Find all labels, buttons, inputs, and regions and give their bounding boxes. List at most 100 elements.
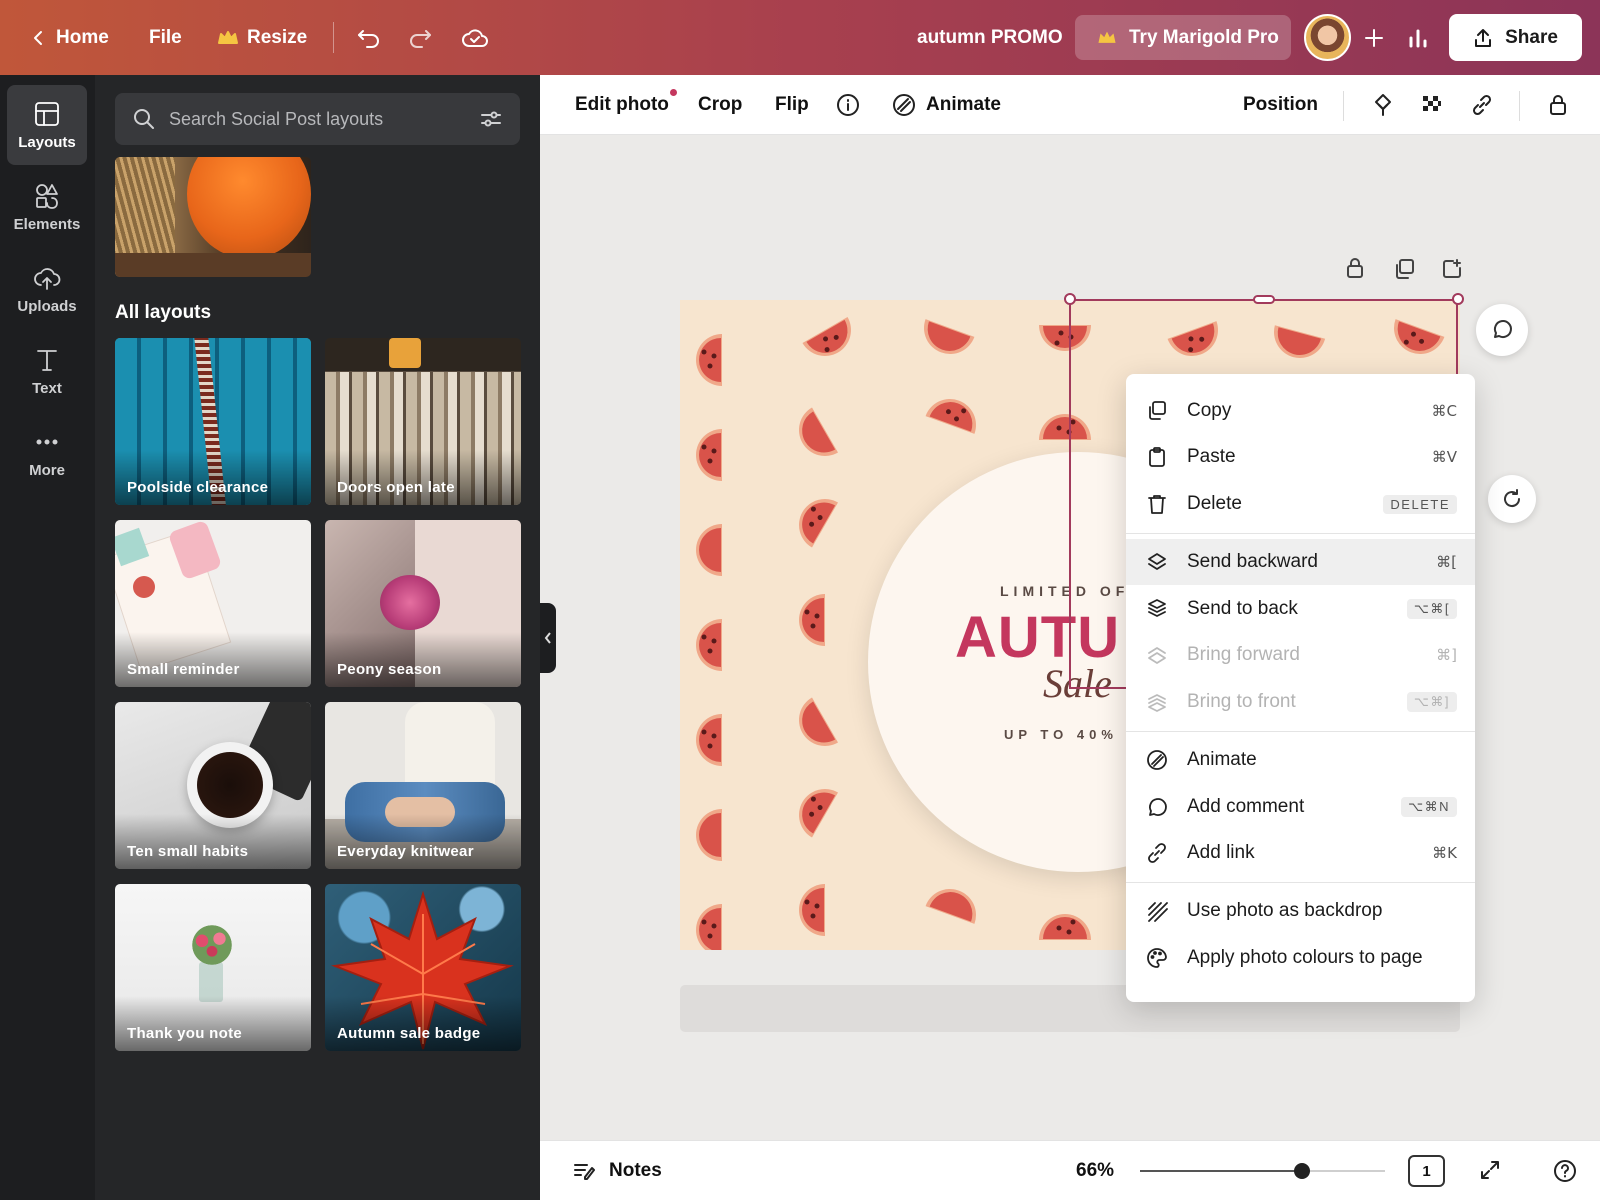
resize-handle[interactable] [1064,293,1076,305]
zoom-slider-fill [1140,1170,1302,1172]
notes-label: Notes [609,1160,662,1181]
filter-sliders-icon[interactable] [480,109,502,129]
flip-button[interactable]: Flip [775,75,809,135]
redo-button[interactable] [408,0,432,75]
shortcut-label: ⌘] [1436,646,1457,664]
avatar[interactable] [1304,14,1351,61]
layout-thumb[interactable]: Poolside clearance [115,338,311,505]
menu-item-add-comment[interactable]: Add comment ⌥⌘N [1126,784,1475,830]
file-menu-button[interactable]: File [149,0,182,75]
thumb-shade [115,450,311,505]
search-icon [133,108,155,130]
thumb-image [380,575,440,630]
menu-item-delete[interactable]: Delete DELETE [1126,481,1475,527]
discount-text: UP TO 40% O [1004,727,1142,742]
menu-item-label: Paste [1187,446,1236,467]
menu-item-bring-to-front[interactable]: Bring to front ⌥⌘] [1126,679,1475,725]
layout-thumb[interactable]: Autumn sale badge [325,884,521,1051]
layouts-panel: All layouts Poolside clearance Doors ope… [95,75,540,1200]
home-button[interactable]: Home [30,0,109,75]
bottom-bar: Notes 66% 1 [540,1140,1600,1200]
undo-button[interactable] [357,0,381,75]
thumb-shade [115,996,311,1051]
thumb-shade [115,632,311,687]
menu-item-label: Bring forward [1187,644,1300,665]
menu-item-send-backward[interactable]: Send backward ⌘[ [1126,539,1475,585]
lock-element-button[interactable] [1344,256,1366,280]
share-button[interactable]: Share [1449,14,1582,61]
transparency-button[interactable] [1421,75,1443,135]
layout-thumb[interactable]: Small reminder [115,520,311,687]
divider [333,22,334,53]
zoom-level[interactable]: 66% [1076,1141,1114,1200]
info-button[interactable] [836,75,860,135]
lock-icon [1547,93,1569,117]
layout-label: Thank you note [127,1025,243,1042]
zoom-slider-thumb[interactable] [1293,1163,1310,1179]
share-label: Share [1505,26,1558,48]
layout-thumb[interactable]: Doors open late [325,338,521,505]
resize-button[interactable]: Resize [217,0,307,75]
fullscreen-button[interactable] [1479,1159,1501,1181]
layout-thumb[interactable]: Thank you note [115,884,311,1051]
menu-item-use-backdrop[interactable]: Use photo as backdrop [1126,888,1475,934]
animate-label: Animate [926,94,1001,115]
menu-item-label: Send to back [1187,598,1298,619]
bring-to-front-icon [1146,691,1168,713]
document-title-text: autumn PROMO [917,26,1063,48]
rail-item-more[interactable]: More [7,413,87,493]
insights-button[interactable] [1407,0,1429,75]
menu-item-paste[interactable]: Paste ⌘V [1126,434,1475,480]
cloud-save-button[interactable] [461,0,489,75]
help-button[interactable] [1553,1159,1577,1183]
menu-item-animate[interactable]: Animate [1126,737,1475,783]
duplicate-page-button[interactable] [1393,258,1415,280]
link-button[interactable] [1470,75,1494,135]
page-count-button[interactable]: 1 [1408,1155,1445,1187]
add-button[interactable] [1363,0,1385,75]
lock-button[interactable] [1547,75,1569,135]
try-pro-button[interactable]: Try Marigold Pro [1075,15,1291,60]
refresh-float-button[interactable] [1488,475,1536,523]
style-button[interactable] [1372,75,1394,135]
file-label: File [149,26,182,48]
menu-item-send-to-back[interactable]: Send to back ⌥⌘[ [1126,586,1475,632]
animate-button[interactable]: Animate [892,75,1001,135]
rail-item-text[interactable]: Text [7,331,87,411]
expand-icon [1479,1159,1501,1181]
layout-thumb-pumpkin[interactable] [115,157,311,277]
top-bar: Home File Resize autumn PROMO Try Marigo… [0,0,1600,75]
resize-handle[interactable] [1253,295,1275,304]
edit-photo-button[interactable]: Edit photo [575,75,677,135]
zoom-slider-track[interactable] [1140,1163,1385,1179]
info-icon [836,93,860,117]
menu-item-bring-forward[interactable]: Bring forward ⌘] [1126,632,1475,678]
rail-item-label: Text [32,379,62,397]
document-title[interactable]: autumn PROMO [917,0,1063,75]
shortcut-label: ⌥⌘N [1401,797,1457,817]
rail-item-uploads[interactable]: Uploads [7,249,87,329]
crop-button[interactable]: Crop [698,75,742,135]
copy-icon [1146,400,1168,422]
layout-thumb[interactable]: Peony season [325,520,521,687]
menu-item-apply-colours[interactable]: Apply photo colours to page [1126,935,1475,981]
search-bar[interactable] [115,93,520,145]
layout-thumb[interactable]: Everyday knitwear [325,702,521,869]
send-to-back-icon [1146,598,1168,620]
resize-handle[interactable] [1452,293,1464,305]
comment-float-button[interactable] [1476,304,1528,356]
thumb-shade [325,996,521,1051]
add-page-button[interactable] [1441,258,1463,280]
layout-thumb[interactable]: Ten small habits [115,702,311,869]
rail-item-elements[interactable]: Elements [7,167,87,247]
rail-item-layouts[interactable]: Layouts [7,85,87,165]
menu-item-copy[interactable]: Copy ⌘C [1126,388,1475,434]
menu-item-add-link[interactable]: Add link ⌘K [1126,830,1475,876]
comment-icon [1491,319,1513,341]
plus-icon [1363,27,1385,49]
notes-button[interactable]: Notes [573,1141,662,1200]
thumb-image [389,338,421,368]
collapse-panel-button[interactable] [540,603,556,673]
search-input[interactable] [169,108,466,130]
position-button[interactable]: Position [1243,75,1318,135]
